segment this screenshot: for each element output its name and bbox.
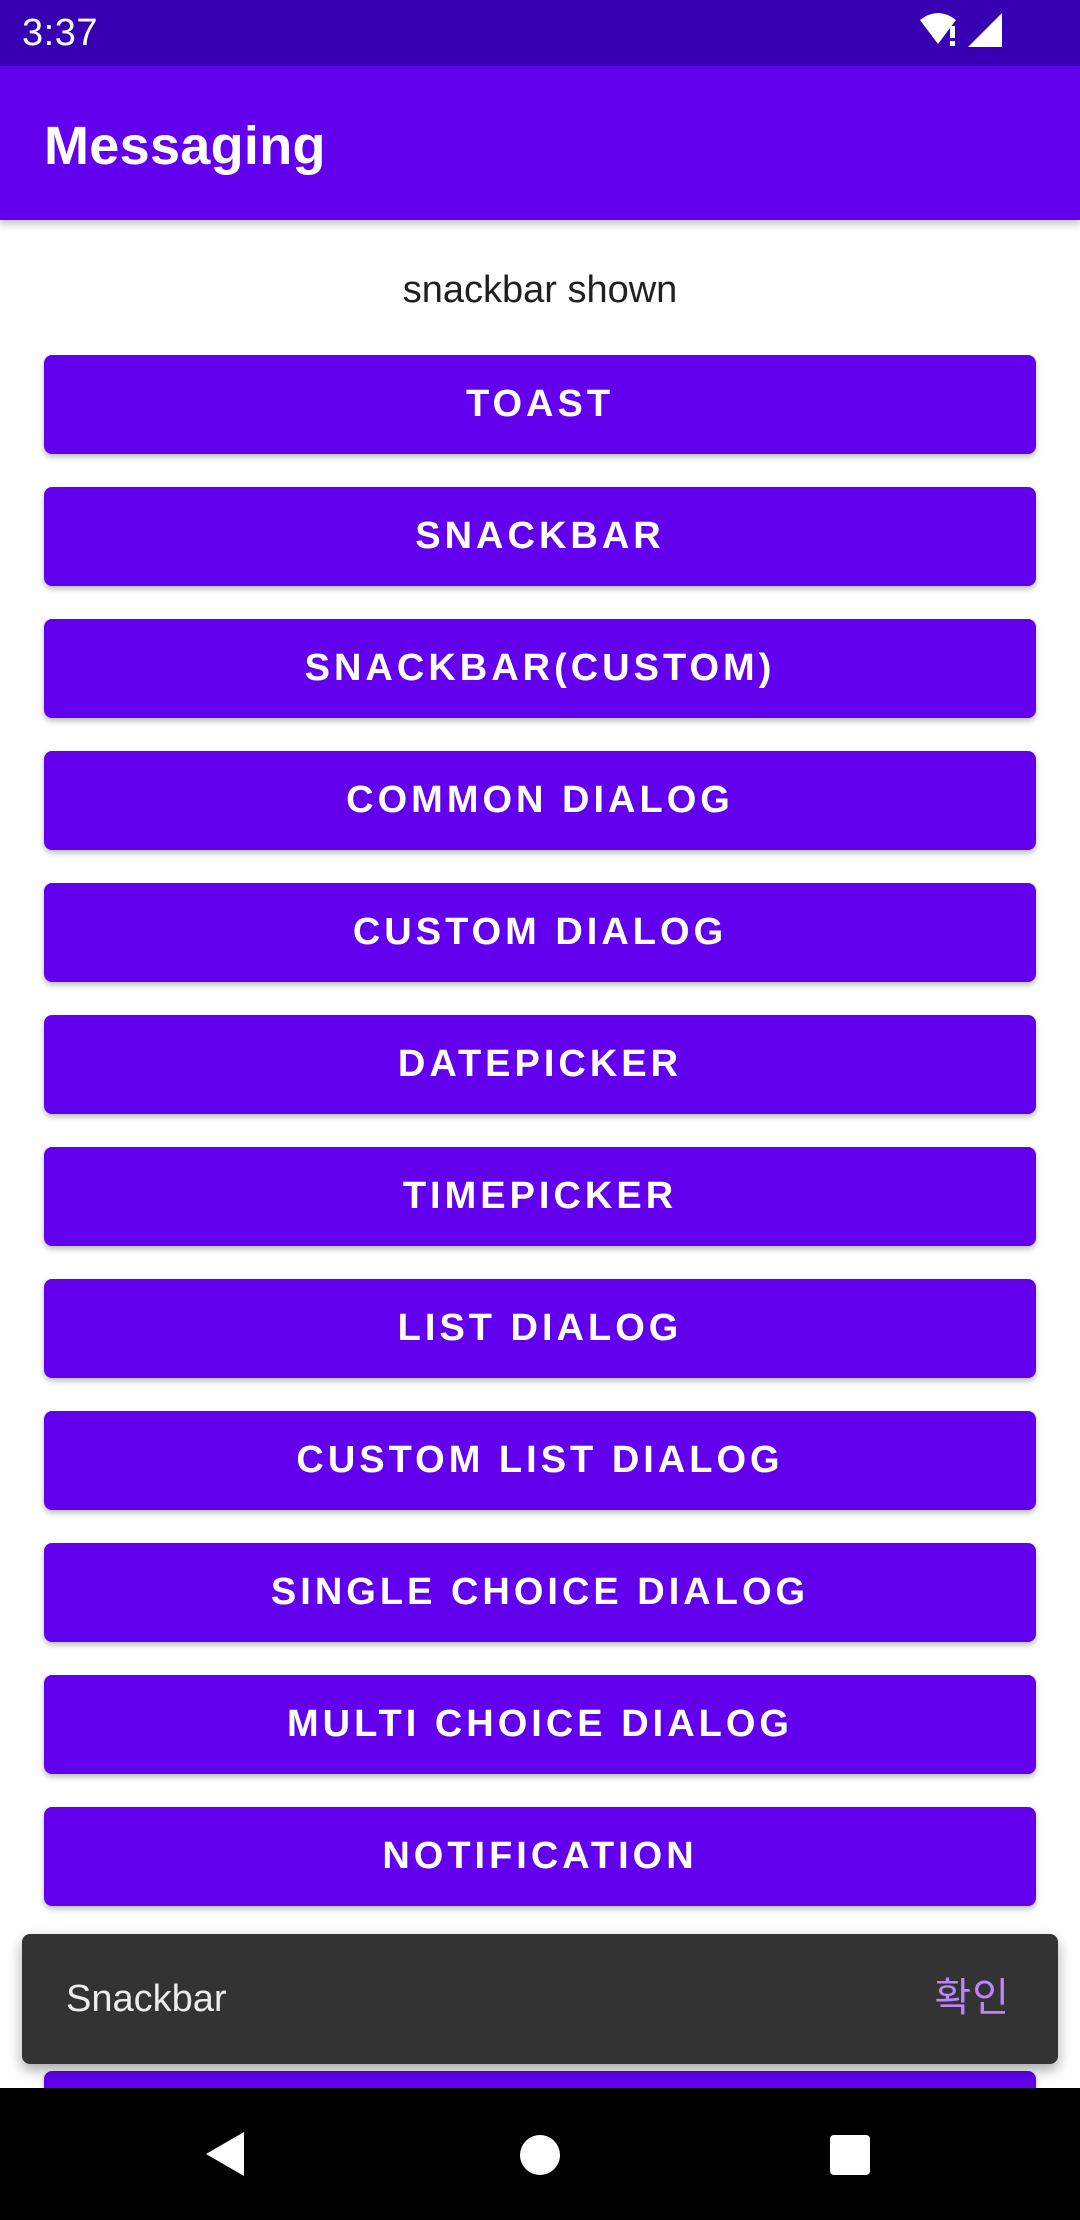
recents-icon[interactable]: [829, 2134, 871, 2181]
single-choice-dialog-button[interactable]: SINGLE CHOICE DIALOG: [44, 1543, 1036, 1642]
snackbar: Snackbar 확인: [22, 1934, 1058, 2064]
custom-dialog-button[interactable]: CUSTOM DIALOG: [44, 883, 1036, 982]
status-icons: [918, 12, 1002, 53]
toast-button[interactable]: TOAST: [44, 355, 1036, 454]
signal-icon: [968, 12, 1002, 52]
snackbar-text: Snackbar: [66, 1978, 227, 2020]
navigation-bar: [0, 2088, 1080, 2220]
datepicker-button[interactable]: DATEPICKER: [44, 1015, 1036, 1114]
snackbar-button[interactable]: SNACKBAR: [44, 487, 1036, 586]
screen: 3:37 Messaging snackbar shown TOAST SNAC…: [0, 0, 1080, 2220]
status-time: 3:37: [22, 12, 98, 54]
timepicker-button[interactable]: TIMEPICKER: [44, 1147, 1036, 1246]
back-icon[interactable]: [204, 2130, 248, 2183]
common-dialog-button[interactable]: COMMON DIALOG: [44, 751, 1036, 850]
status-bar: 3:37: [0, 0, 1080, 66]
app-bar: Messaging: [0, 66, 1080, 220]
status-message: snackbar shown: [402, 269, 678, 311]
snackbar-action-button[interactable]: 확인: [934, 1972, 1010, 2024]
notification-button[interactable]: NOTIFICATION: [44, 1807, 1036, 1906]
list-dialog-button[interactable]: LIST DIALOG: [44, 1279, 1036, 1378]
custom-list-dialog-button[interactable]: CUSTOM LIST DIALOG: [44, 1411, 1036, 1510]
snackbar-custom-button[interactable]: SNACKBAR(CUSTOM): [44, 619, 1036, 718]
wifi-alert-icon: [918, 12, 962, 53]
home-icon[interactable]: [519, 2134, 561, 2181]
app-title: Messaging: [44, 116, 326, 176]
multi-choice-dialog-button[interactable]: MULTI CHOICE DIALOG: [44, 1675, 1036, 1774]
